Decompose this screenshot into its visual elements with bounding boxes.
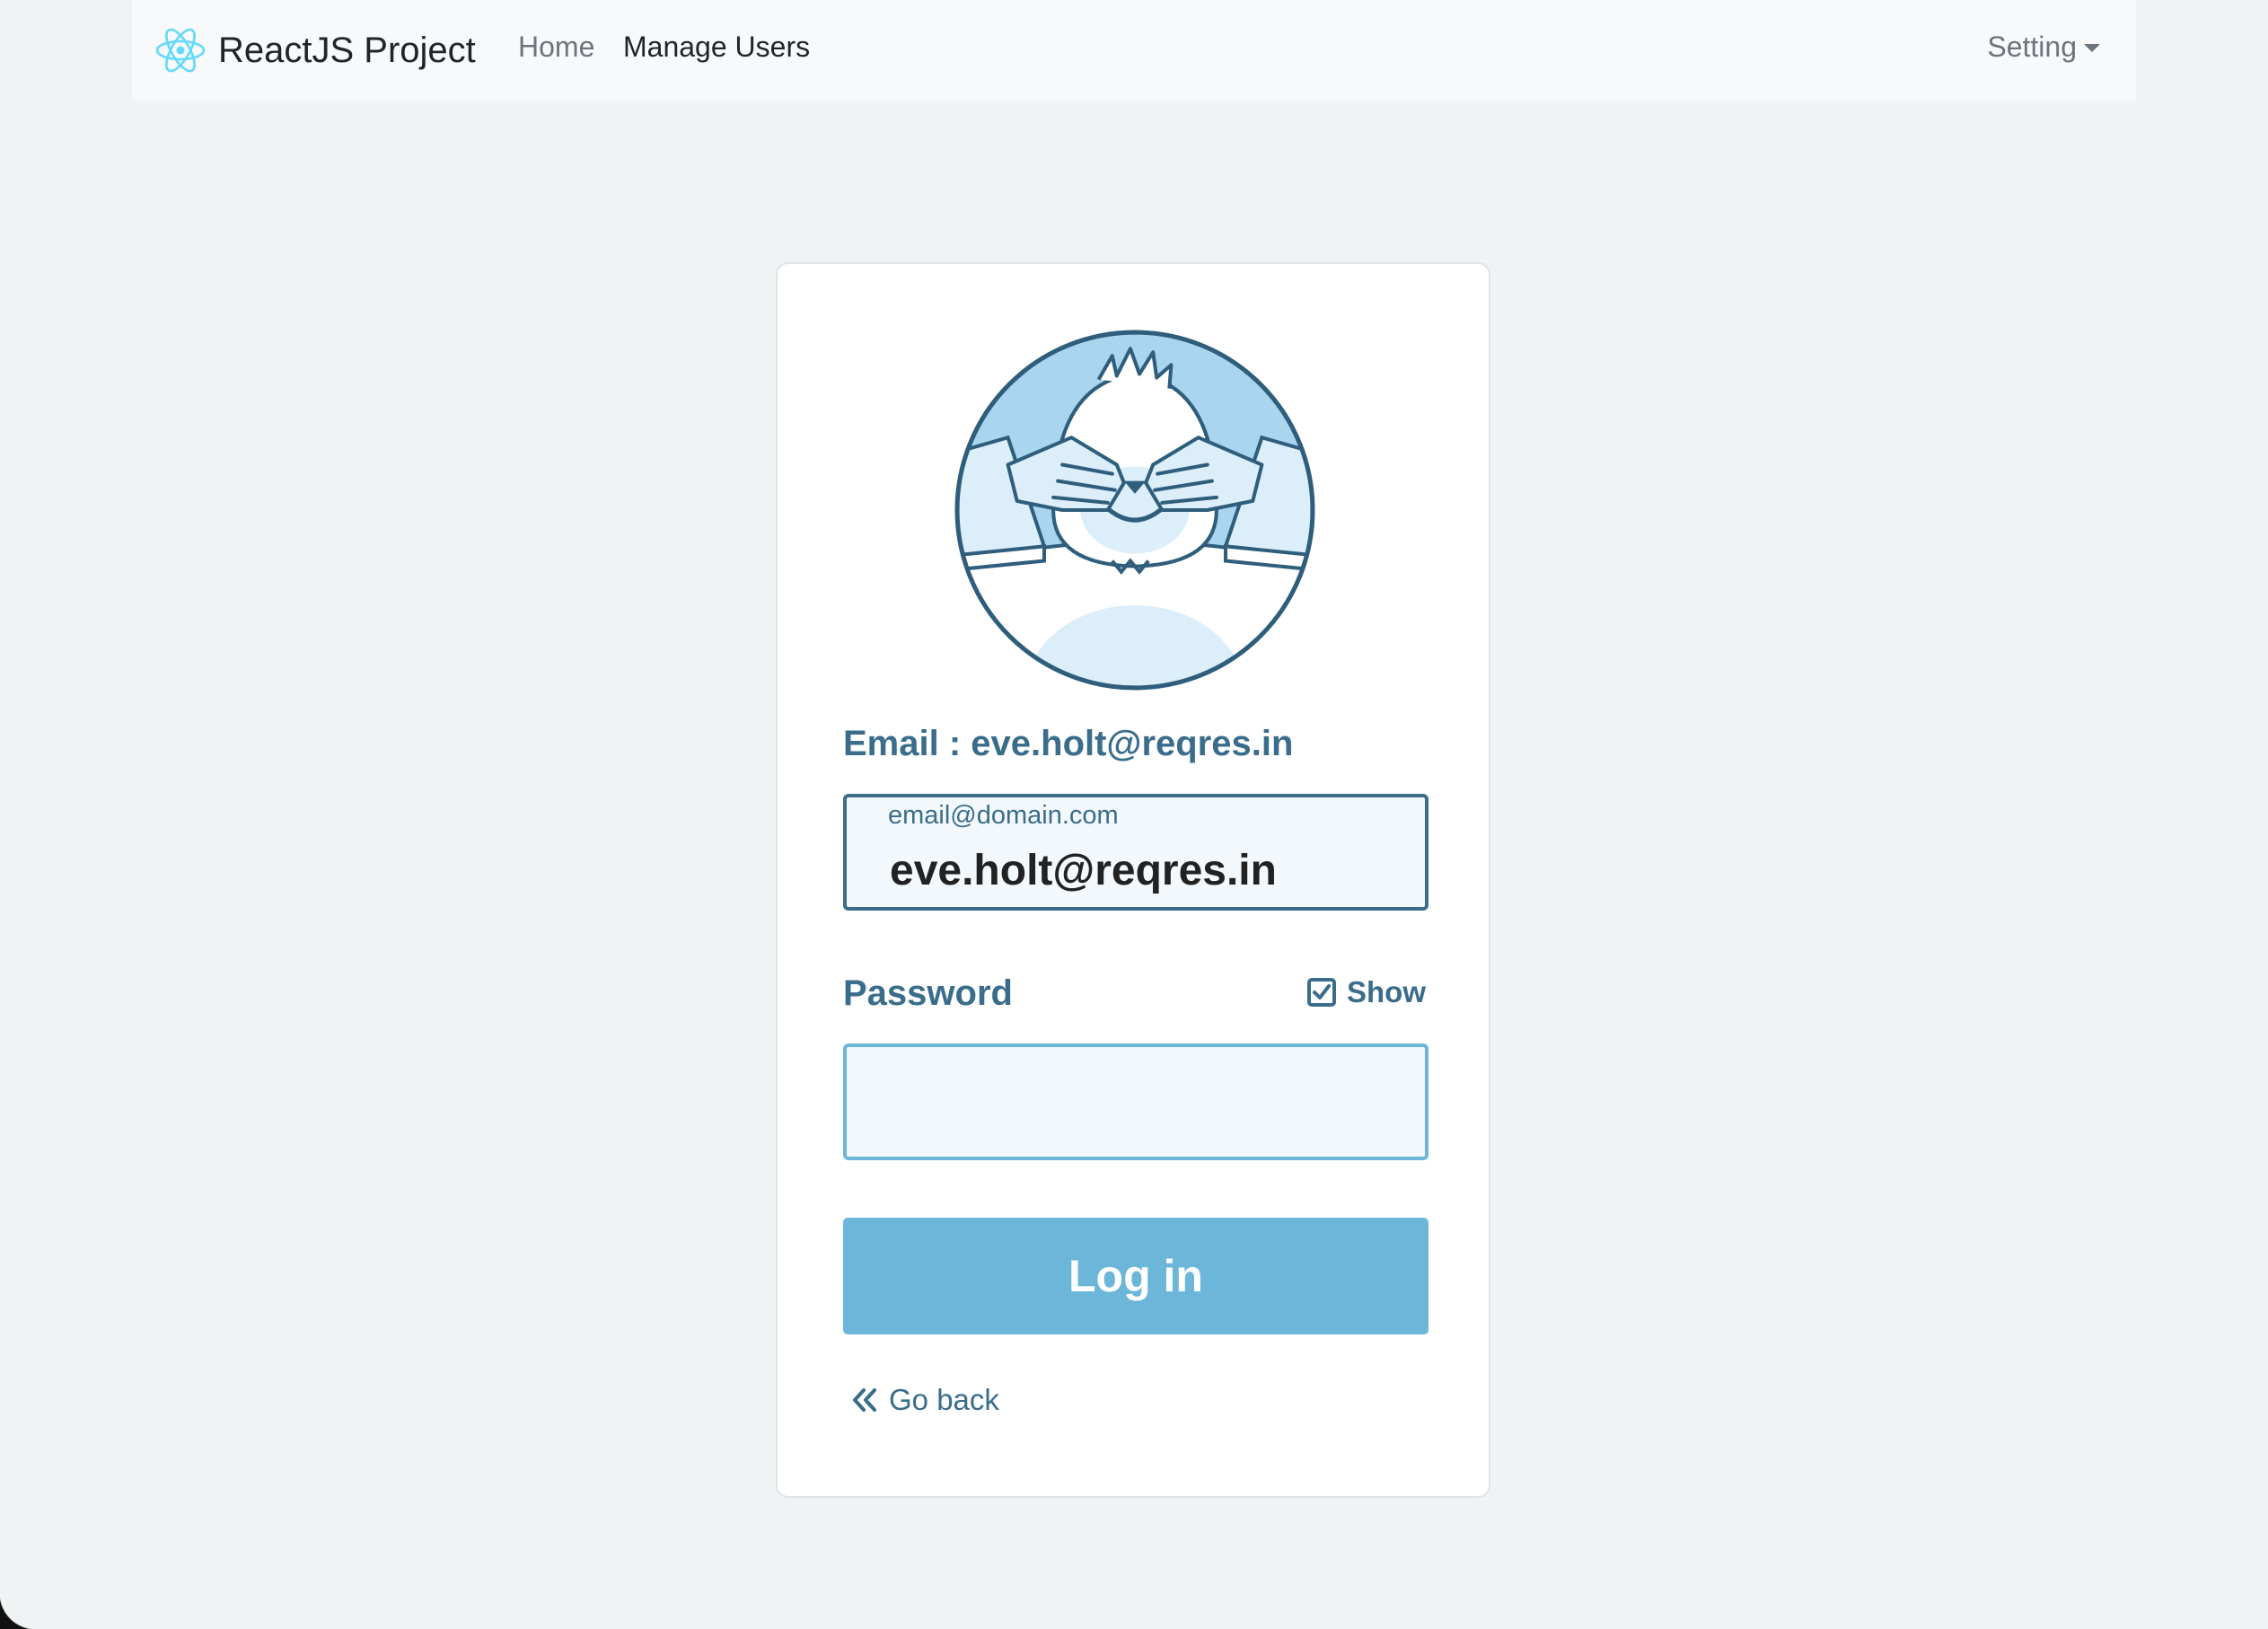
yeti-avatar [954,330,1315,691]
email-field[interactable]: email@domain.com [843,794,1428,911]
email-input[interactable] [890,846,1393,895]
email-floating-placeholder: email@domain.com [888,801,1119,830]
setting-label: Setting [1987,31,2077,63]
login-button[interactable]: Log in [843,1218,1428,1334]
login-card: Email : eve.holt@reqres.in email@domain.… [776,262,1490,1498]
email-heading-value: eve.holt@reqres.in [971,724,1294,763]
nav-home-link[interactable]: Home [518,31,594,64]
go-back-label: Go back [889,1383,999,1416]
password-field[interactable] [843,1043,1428,1160]
double-chevron-left-icon [853,1388,876,1412]
password-label: Password [843,973,1013,1013]
setting-dropdown[interactable]: Setting [1987,31,2100,64]
go-back-link[interactable]: Go back [849,1383,999,1417]
show-password-label: Show [1347,975,1426,1008]
chevron-down-icon [2084,44,2100,52]
brand[interactable]: ReactJS Project [154,23,476,77]
nav-manage-users-link[interactable]: Manage Users [623,31,810,64]
navbar: ReactJS Project Home Manage Users Settin… [132,0,2136,101]
react-logo-icon [155,28,206,73]
window-corner [0,1593,36,1629]
checkbox-checked-icon[interactable] [1307,978,1336,1007]
email-heading: Email : eve.holt@reqres.in [843,724,1293,764]
show-password-toggle[interactable]: Show [1307,975,1426,1009]
brand-name: ReactJS Project [218,30,476,70]
email-heading-label: Email : [843,724,962,763]
